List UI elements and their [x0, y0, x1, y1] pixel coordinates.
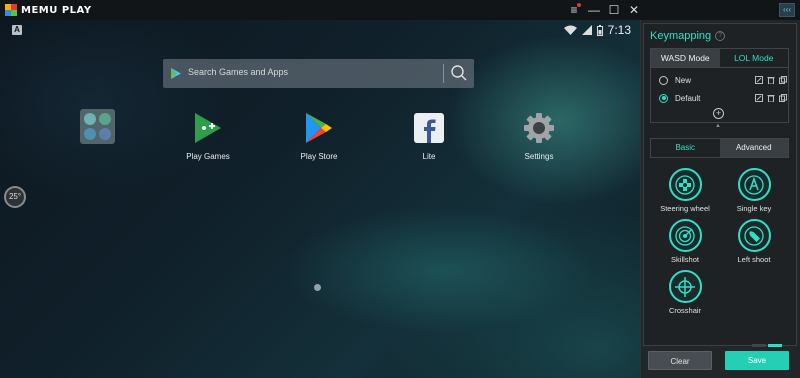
collapse-caret-icon[interactable]: ▲: [715, 123, 721, 129]
tool-single-key[interactable]: Single key: [719, 168, 789, 213]
crosshair-icon: [668, 270, 702, 303]
search-placeholder: Search Games and Apps: [188, 67, 289, 77]
app-play-store[interactable]: Play Store: [284, 110, 354, 161]
app-play-games[interactable]: Play Games: [173, 110, 243, 161]
scheme-list: New Default +: [650, 68, 789, 123]
app-lite[interactable]: Lite: [394, 110, 464, 161]
maximize-button[interactable]: ☐: [606, 2, 622, 18]
tab-lol-mode[interactable]: LOL Mode: [719, 49, 788, 67]
battery-icon: [596, 24, 603, 36]
tool-crosshair[interactable]: Crosshair: [650, 270, 720, 315]
app-label: Play Store: [300, 152, 338, 161]
memu-logo-icon: [5, 4, 17, 16]
single-key-icon: [737, 168, 771, 201]
app-label: Settings: [524, 152, 554, 161]
app-folder[interactable]: [80, 109, 115, 144]
scheme-name: Default: [675, 93, 701, 103]
minimize-button[interactable]: —: [586, 2, 602, 18]
clear-button[interactable]: Clear: [648, 351, 712, 370]
radio-button-selected[interactable]: [659, 93, 668, 103]
app-logo: MEMU PLAY: [5, 4, 92, 16]
search-divider: [443, 64, 444, 83]
copy-icon[interactable]: [779, 76, 787, 84]
steering-wheel-icon: [668, 168, 702, 201]
tool-label: Steering wheel: [660, 204, 710, 213]
scheme-actions: [755, 94, 787, 102]
page-indicator: [752, 344, 782, 347]
android-screen[interactable]: A 7:13 Search Games and Apps Play Games: [0, 20, 640, 378]
skillshot-icon: [668, 219, 702, 252]
help-icon[interactable]: ?: [715, 31, 726, 41]
no-sim-icon: [581, 25, 592, 35]
tool-skillshot[interactable]: Skillshot: [650, 219, 720, 264]
search-icon[interactable]: [450, 64, 468, 82]
app-label: Lite: [422, 152, 436, 161]
clock: 7:13: [607, 23, 631, 37]
app-name: MEMU PLAY: [21, 4, 92, 16]
radio-button[interactable]: [659, 75, 668, 85]
delete-icon[interactable]: [767, 76, 775, 84]
keymapping-panel: Keymapping ? WASD Mode LOL Mode New Defa…: [640, 20, 800, 378]
page-dot-active[interactable]: [768, 344, 782, 347]
tool-label: Single key: [736, 204, 772, 213]
edit-icon[interactable]: [755, 76, 763, 84]
title-bar: MEMU PLAY ≡ — ☐ ✕ ‹‹‹: [0, 0, 800, 20]
mode-tabs: WASD Mode LOL Mode: [650, 48, 789, 68]
notification-icon: A: [12, 25, 22, 35]
key-kind-tabs: Basic Advanced: [650, 138, 789, 158]
panel-title-text: Keymapping: [650, 30, 712, 42]
page-dot[interactable]: [752, 344, 766, 347]
play-store-icon: [171, 68, 181, 79]
keymapping-box: Keymapping ? WASD Mode LOL Mode New Defa…: [643, 23, 797, 347]
scheme-item-new[interactable]: New: [659, 72, 787, 88]
tab-wasd-mode[interactable]: WASD Mode: [651, 49, 720, 67]
status-bar: 7:13: [563, 23, 631, 37]
scheme-item-default[interactable]: Default: [659, 90, 787, 106]
window-controls: ≡ — ☐ ✕: [566, 2, 642, 18]
tool-label: Crosshair: [668, 306, 702, 315]
close-button[interactable]: ✕: [626, 2, 642, 18]
tool-left-shoot[interactable]: Left shoot: [719, 219, 789, 264]
play-store-icon: [301, 110, 337, 146]
search-bar[interactable]: Search Games and Apps: [163, 59, 474, 88]
edit-icon[interactable]: [755, 94, 763, 102]
play-games-icon: [190, 110, 226, 146]
save-button[interactable]: Save: [725, 351, 789, 370]
facebook-lite-icon: [411, 110, 447, 146]
scheme-name: New: [675, 75, 692, 85]
menu-button[interactable]: ≡: [566, 2, 582, 18]
tab-basic[interactable]: Basic: [651, 139, 720, 157]
tool-label: Skillshot: [671, 255, 699, 264]
tab-advanced[interactable]: Advanced: [719, 139, 788, 157]
collapse-panel-button[interactable]: ‹‹‹: [779, 3, 795, 17]
copy-icon[interactable]: [779, 94, 787, 102]
app-label: Play Games: [186, 152, 230, 161]
settings-gear-icon: [521, 110, 557, 146]
scheme-actions: [755, 76, 787, 84]
delete-icon[interactable]: [767, 94, 775, 102]
rotation-indicator[interactable]: 25°: [4, 186, 26, 208]
touch-point-icon: [314, 284, 321, 291]
panel-title: Keymapping ?: [650, 30, 726, 42]
bullet-icon: [737, 219, 771, 252]
tool-label: Left shoot: [737, 255, 771, 264]
add-scheme-button[interactable]: +: [713, 108, 724, 119]
wifi-icon: [563, 25, 577, 35]
app-settings[interactable]: Settings: [504, 110, 574, 161]
tool-steering-wheel[interactable]: Steering wheel: [650, 168, 720, 213]
notification-dot: [577, 3, 581, 7]
